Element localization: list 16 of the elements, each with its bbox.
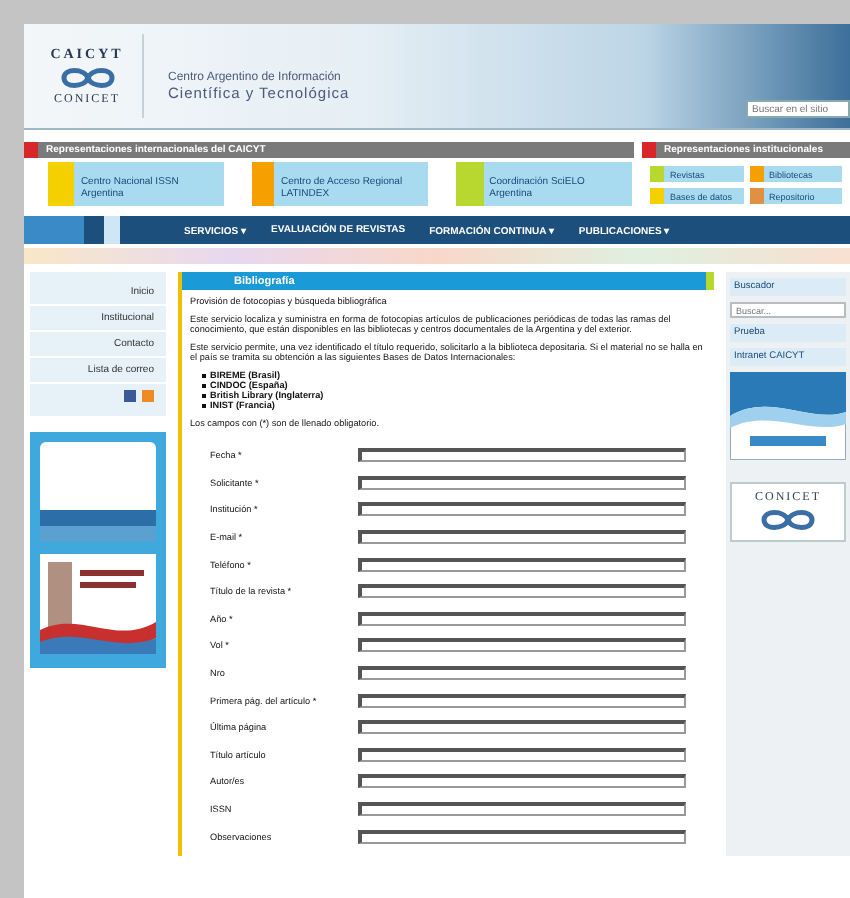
input-field[interactable] [358, 448, 686, 463]
input-field[interactable] [358, 693, 686, 708]
input-field[interactable] [358, 638, 686, 653]
input-field[interactable] [358, 802, 686, 817]
input-field[interactable] [358, 557, 686, 572]
input-field[interactable] [358, 666, 686, 681]
infinity-logo-icon [57, 66, 117, 90]
input-field[interactable] [358, 829, 686, 844]
input-field[interactable] [358, 611, 686, 626]
input-field[interactable] [358, 774, 686, 789]
input-field[interactable] [358, 720, 686, 735]
input-field[interactable] [358, 530, 686, 545]
input-field[interactable] [358, 584, 686, 599]
input-field[interactable] [358, 502, 686, 517]
input-field[interactable] [358, 747, 686, 762]
input-field[interactable] [358, 475, 686, 490]
